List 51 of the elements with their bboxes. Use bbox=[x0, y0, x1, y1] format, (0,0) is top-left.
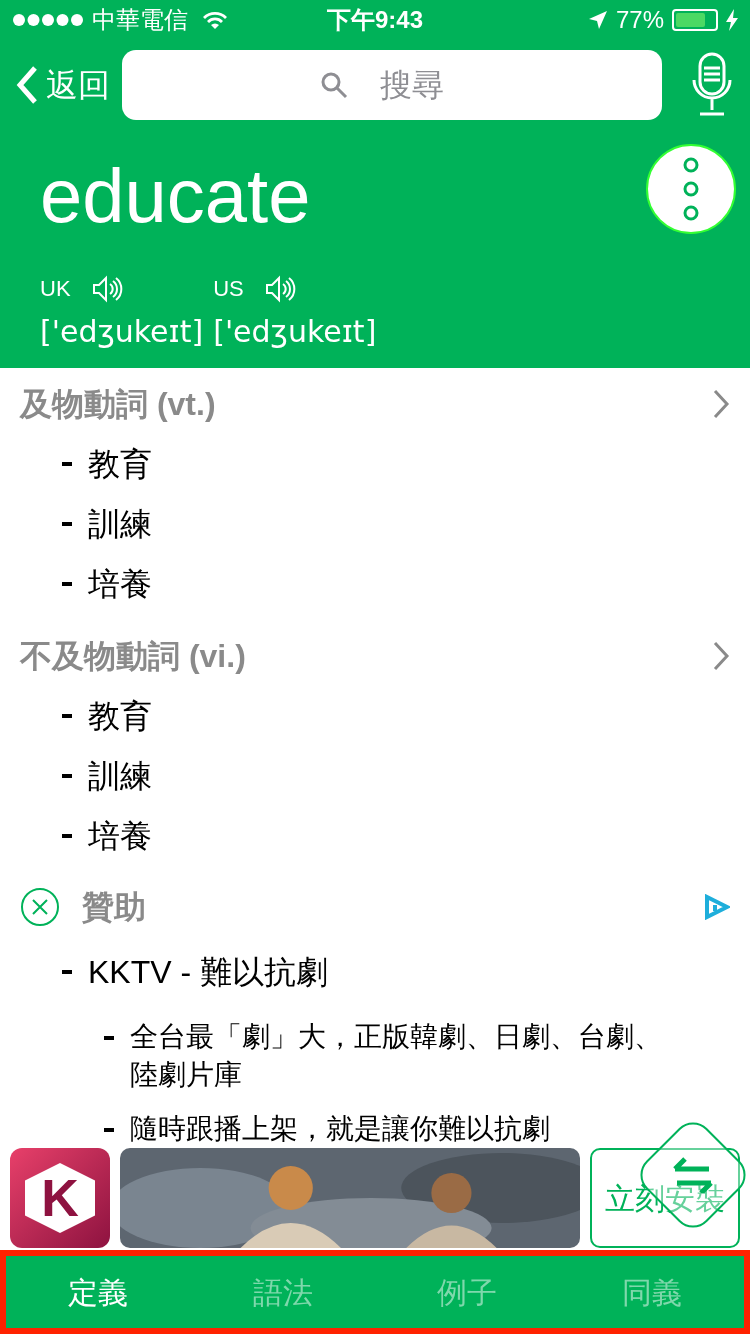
accent-label: UK bbox=[40, 275, 71, 303]
wifi-icon bbox=[202, 10, 228, 30]
tab[interactable]: 定義 bbox=[6, 1256, 191, 1328]
back-chevron-icon bbox=[16, 65, 38, 105]
ad-point-text: 全台最「劇」大，正版韓劇、日劇、台劇、陸劇片庫 bbox=[130, 1020, 663, 1092]
dash-marker bbox=[104, 1128, 114, 1132]
battery-percent: 77% bbox=[615, 5, 664, 35]
accent-label: US bbox=[213, 275, 244, 303]
ad-point-text: 隨時跟播上架，就是讓你難以抗劇 bbox=[130, 1112, 550, 1146]
headword: educate bbox=[40, 158, 311, 234]
microphone-icon[interactable] bbox=[690, 52, 734, 118]
sense-text: 教育 bbox=[88, 445, 152, 484]
speaker-icon[interactable] bbox=[263, 274, 296, 303]
tab[interactable]: 例子 bbox=[375, 1256, 560, 1328]
sponsor-heading: 贊助 bbox=[82, 888, 146, 927]
ad-title: KKTV - 難以抗劇 bbox=[88, 953, 328, 992]
back-button[interactable]: 返回 bbox=[16, 61, 110, 109]
clock-time: 下午9:43 bbox=[327, 5, 424, 35]
speaker-icon[interactable] bbox=[90, 274, 123, 303]
sense-text: 培養 bbox=[88, 817, 152, 856]
sense-text: 訓練 bbox=[88, 757, 152, 796]
phonetic-text: ['edʒukeɪt] bbox=[40, 313, 204, 351]
tab[interactable]: 語法 bbox=[190, 1256, 375, 1328]
ad-choices-icon[interactable] bbox=[704, 894, 730, 920]
dash-marker bbox=[62, 462, 72, 466]
search-field[interactable]: 搜尋 bbox=[122, 50, 662, 120]
charging-bolt-icon bbox=[726, 9, 738, 31]
location-arrow-icon bbox=[587, 10, 608, 30]
app-logo-icon: K bbox=[10, 1148, 110, 1248]
tab[interactable]: 同義 bbox=[559, 1256, 744, 1328]
more-dots-icon bbox=[681, 155, 701, 223]
phonetic-text: ['edʒukeɪt] bbox=[213, 313, 377, 351]
dash-marker bbox=[62, 714, 72, 718]
part-of-speech-heading: 不及物動詞 (vi.) bbox=[20, 637, 246, 676]
battery-icon bbox=[672, 9, 718, 31]
search-icon bbox=[320, 71, 348, 99]
sense-text: 教育 bbox=[88, 697, 152, 736]
dash-marker bbox=[104, 1036, 114, 1040]
sense-text: 訓練 bbox=[88, 505, 152, 544]
signal-icon bbox=[12, 13, 84, 27]
dash-marker bbox=[62, 774, 72, 778]
chevron-right-icon[interactable] bbox=[712, 640, 730, 672]
close-icon[interactable] bbox=[20, 887, 60, 927]
dash-marker bbox=[62, 522, 72, 526]
chevron-right-icon[interactable] bbox=[712, 388, 730, 420]
carrier-name: 中華電信 bbox=[92, 5, 188, 35]
dash-marker bbox=[62, 582, 72, 586]
part-of-speech-heading: 及物動詞 (vt.) bbox=[20, 385, 216, 424]
dash-marker bbox=[62, 970, 72, 974]
dash-marker bbox=[62, 834, 72, 838]
sense-text: 培養 bbox=[88, 565, 152, 604]
